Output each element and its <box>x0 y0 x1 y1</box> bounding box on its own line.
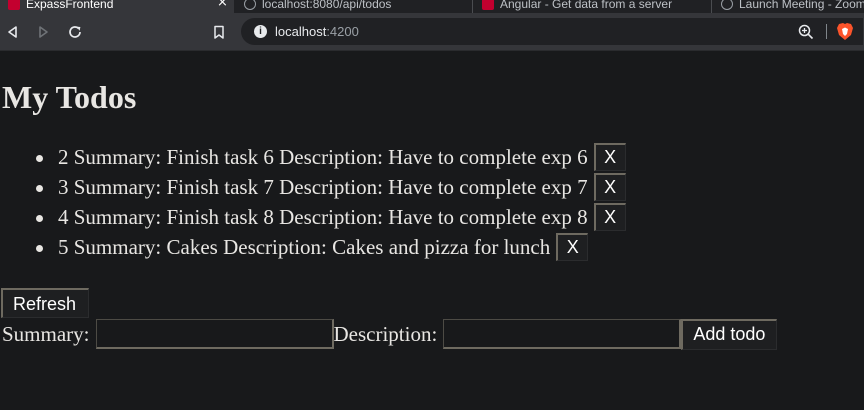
angular-icon <box>8 0 20 10</box>
todo-id: 4 <box>58 204 69 229</box>
close-icon[interactable]: × <box>217 0 228 10</box>
browser-toolbar: i localhost:4200 <box>0 13 864 51</box>
tab-title: localhost:8080/api/todos <box>262 0 392 11</box>
delete-todo-button[interactable]: X <box>593 203 626 231</box>
tab-separator <box>472 0 473 13</box>
bullet-icon <box>36 185 43 192</box>
brave-shields-icon[interactable] <box>836 22 854 41</box>
add-todo-form: Summary: Description: Add todo <box>2 318 778 350</box>
todo-summary: Summary: Finish task 6 <box>73 144 274 169</box>
delete-todo-button[interactable]: X <box>593 143 626 171</box>
summary-input[interactable] <box>95 319 334 349</box>
todo-summary: Summary: Finish task 7 <box>73 174 274 199</box>
url-text[interactable]: localhost:4200 <box>275 23 359 40</box>
omnibox-divider <box>826 24 827 39</box>
bullet-icon <box>36 245 43 252</box>
forward-arrow-icon <box>39 26 48 38</box>
todo-text: 2 Summary: Finish task 6 Description: Have… <box>58 145 588 170</box>
reload-icon <box>69 26 81 38</box>
back-button[interactable] <box>3 22 23 42</box>
bookmark-icon <box>214 25 224 39</box>
reload-button[interactable] <box>65 22 85 42</box>
bookmark-button[interactable] <box>209 22 229 42</box>
summary-label: Summary: <box>2 321 90 346</box>
todo-item: 3 Summary: Finish task 7 Description: Have… <box>0 172 626 202</box>
tab-expass-frontend[interactable]: ExpassFrontend <box>0 0 234 13</box>
angular-icon <box>482 0 494 10</box>
add-todo-button[interactable]: Add todo <box>681 318 778 350</box>
forward-button[interactable] <box>33 22 53 42</box>
tab-separator <box>711 0 712 13</box>
description-label: Description: <box>333 321 438 346</box>
tab-strip: ExpassFrontend × localhost:8080/api/todo… <box>0 0 864 13</box>
todo-description: Description: Have to complete exp 7 <box>279 174 588 199</box>
tab-zoom-meeting[interactable]: Launch Meeting - Zoom <box>713 0 864 13</box>
todo-summary: Summary: Finish task 8 <box>73 204 274 229</box>
description-input[interactable] <box>443 319 682 349</box>
zoom-icon[interactable] <box>797 23 815 41</box>
url-host: localhost <box>275 24 327 39</box>
tab-api-todos[interactable]: localhost:8080/api/todos <box>236 0 472 13</box>
todo-summary: Summary: Cakes <box>73 234 218 259</box>
todo-text: 5 Summary: Cakes Description: Cakes and pi… <box>58 235 550 260</box>
tab-title: ExpassFrontend <box>26 0 114 11</box>
todo-description: Description: Have to complete exp 6 <box>279 144 588 169</box>
todo-description: Description: Have to complete exp 8 <box>279 204 588 229</box>
delete-todo-button[interactable]: X <box>556 233 589 261</box>
address-bar[interactable]: i localhost:4200 <box>241 18 863 45</box>
todo-text: 4 Summary: Finish task 8 Description: Have… <box>58 205 588 230</box>
delete-todo-button[interactable]: X <box>593 173 626 201</box>
todo-text: 3 Summary: Finish task 7 Description: Have… <box>58 175 588 200</box>
page-title: My Todos <box>2 79 137 115</box>
todo-item: 4 Summary: Finish task 8 Description: Have… <box>0 202 626 232</box>
back-arrow-icon <box>8 26 17 38</box>
bullet-icon <box>36 215 43 222</box>
bullet-icon <box>36 155 43 162</box>
tab-angular-docs[interactable]: Angular - Get data from a server <box>474 0 710 13</box>
todo-list: 2 Summary: Finish task 6 Description: Have… <box>0 142 626 262</box>
refresh-button[interactable]: Refresh <box>1 288 89 318</box>
todo-id: 3 <box>58 174 69 199</box>
url-port: :4200 <box>326 24 359 39</box>
todo-item: 2 Summary: Finish task 6 Description: Have… <box>0 142 626 172</box>
tab-title: Angular - Get data from a server <box>500 0 673 11</box>
todo-id: 2 <box>58 144 69 169</box>
page-content: My Todos 2 Summary: Finish task 6 Descript… <box>0 50 864 410</box>
globe-icon <box>244 0 256 10</box>
todo-description: Description: Cakes and pizza for lunch <box>223 234 551 259</box>
site-info-icon[interactable]: i <box>254 25 267 38</box>
globe-icon <box>721 0 733 10</box>
todo-id: 5 <box>58 234 69 259</box>
tab-title: Launch Meeting - Zoom <box>739 0 864 11</box>
todo-item: 5 Summary: Cakes Description: Cakes and pi… <box>0 232 626 262</box>
